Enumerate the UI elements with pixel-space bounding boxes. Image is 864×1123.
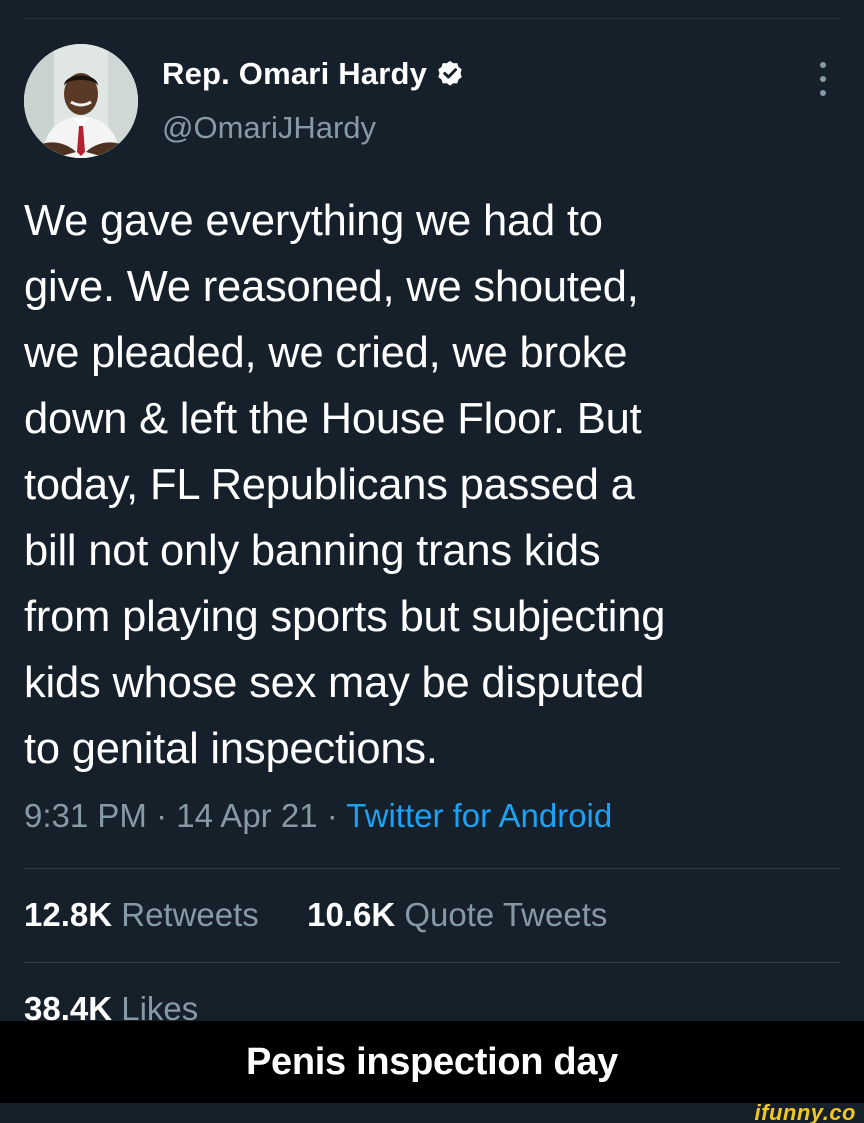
tweet-meta: 9:31 PM · 14 Apr 21 · Twitter for Androi… — [24, 797, 612, 835]
retweets-label: Retweets — [121, 896, 259, 933]
meta-separator: · — [156, 797, 168, 834]
tweet-text: We gave everything we had to give. We re… — [24, 188, 844, 782]
tweet-line: from playing sports but subjecting — [24, 593, 666, 641]
quote-tweets-label: Quote Tweets — [404, 896, 608, 933]
meme-caption-bar: Penis inspection day — [0, 1021, 864, 1103]
tweet-line: we pleaded, we cried, we broke — [24, 329, 628, 377]
likes-count: 38.4K — [24, 990, 113, 1021]
quote-tweets-stat[interactable]: 10.6K Quote Tweets — [307, 896, 607, 933]
likes-stat[interactable]: 38.4K Likes — [24, 990, 198, 1021]
author-handle[interactable]: @OmariJHardy — [162, 110, 376, 146]
divider — [24, 962, 840, 963]
ifunny-watermark: ifunny.co — [754, 1100, 856, 1123]
top-divider — [24, 18, 840, 19]
meta-separator: · — [326, 797, 338, 834]
divider — [24, 868, 840, 869]
tweet-line: to genital inspections. — [24, 725, 438, 773]
meme-caption: Penis inspection day — [246, 1040, 618, 1083]
retweets-stat[interactable]: 12.8K Retweets — [24, 896, 268, 933]
author-name-row[interactable]: Rep. Omari Hardy — [162, 56, 465, 92]
avatar[interactable] — [24, 44, 138, 158]
tweet-source-link[interactable]: Twitter for Android — [346, 797, 612, 834]
tweet-date[interactable]: 14 Apr 21 — [176, 797, 317, 834]
tweet-line: We gave everything we had to — [24, 197, 603, 245]
profile-photo-icon — [24, 44, 138, 158]
tweet-screenshot: Rep. Omari Hardy @OmariJHardy We gave ev… — [0, 0, 864, 1123]
tweet-line: give. We reasoned, we shouted, — [24, 263, 639, 311]
watermark-strip — [0, 1103, 864, 1123]
verified-badge-icon — [438, 60, 462, 86]
more-options-icon[interactable] — [816, 62, 830, 96]
likes-label: Likes — [121, 990, 199, 1021]
tweet-time[interactable]: 9:31 PM — [24, 797, 147, 834]
display-name[interactable]: Rep. Omari Hardy — [162, 56, 427, 92]
tweet-line: down & left the House Floor. But — [24, 395, 642, 443]
quote-tweets-count: 10.6K — [307, 896, 396, 933]
tweet-line: kids whose sex may be disputed — [24, 659, 645, 707]
retweets-count: 12.8K — [24, 896, 113, 933]
tweet-line: today, FL Republicans passed a — [24, 461, 635, 509]
tweet-line: bill not only banning trans kids — [24, 527, 601, 575]
engagement-stats: 12.8K Retweets 10.6K Quote Tweets — [24, 896, 607, 934]
